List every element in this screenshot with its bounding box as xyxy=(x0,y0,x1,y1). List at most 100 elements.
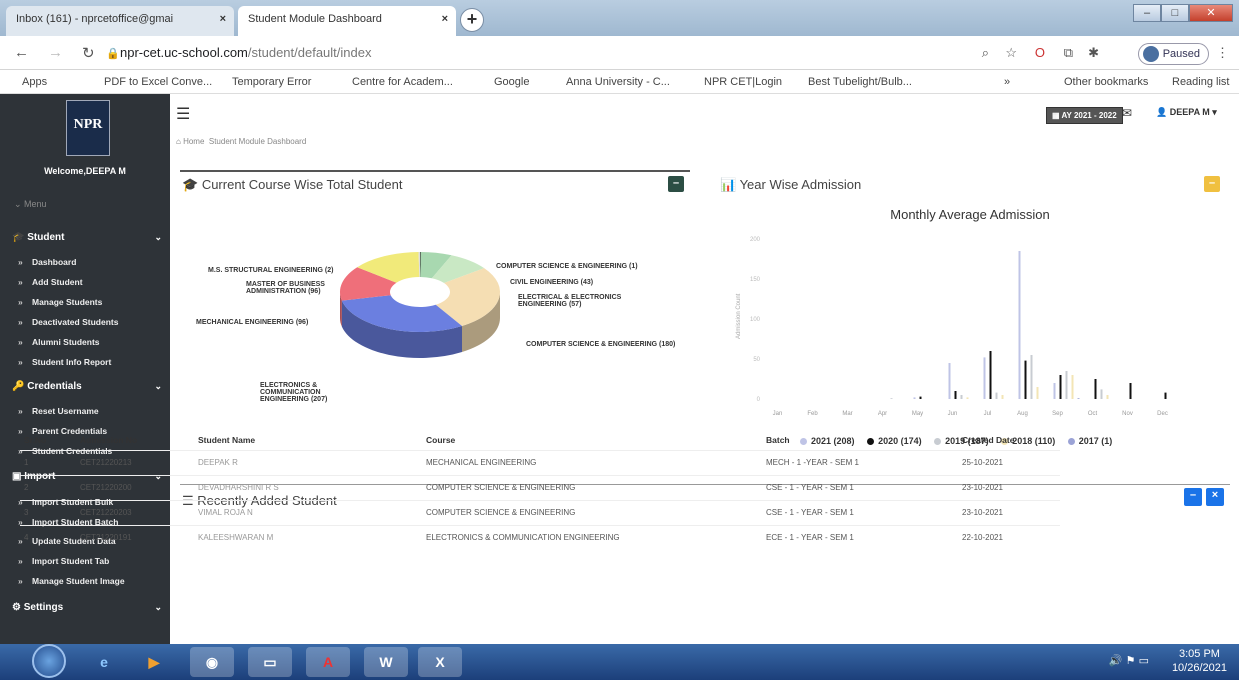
new-tab-button[interactable]: + xyxy=(460,8,484,32)
chart-bar[interactable] xyxy=(954,391,957,399)
chart-bar[interactable] xyxy=(1036,387,1039,399)
chart-bar[interactable] xyxy=(1094,379,1097,399)
chart-bar[interactable] xyxy=(995,392,998,399)
bookmark-best-tubelight[interactable]: Best Tubelight/Bulb... xyxy=(808,76,912,88)
legend-item-2017[interactable]: 2017 (1) xyxy=(1067,436,1112,446)
bookmark-google[interactable]: Google xyxy=(494,76,529,88)
chart-bar[interactable] xyxy=(1100,389,1103,399)
welcome-text: Welcome,DEEPA M xyxy=(44,166,126,176)
sidebar-item-manage-student-image[interactable]: Manage Student Image xyxy=(18,576,125,586)
opera-icon[interactable]: O xyxy=(1035,45,1045,60)
pdf-icon[interactable]: A xyxy=(306,647,350,677)
sidebar-item-manage-students[interactable]: Manage Students xyxy=(18,297,102,307)
table-cell: CSE - 1 - YEAR - SEM 1 xyxy=(762,474,958,500)
chart-bar[interactable] xyxy=(890,398,893,399)
collapse-button[interactable]: – xyxy=(1204,176,1220,192)
sidebar-item-dashboard[interactable]: Dashboard xyxy=(18,257,77,267)
chart-bar[interactable] xyxy=(1030,355,1033,399)
table-row[interactable]: 1 CET21220213 DEEPAK R MECHANICAL ENGINEERI… xyxy=(20,449,1060,475)
bookmarks-overflow[interactable]: » xyxy=(1004,76,1010,88)
table-row[interactable]: 4 CET21220191 KALEESHWARAN M ELECTRONICS & … xyxy=(20,524,1060,550)
minimize-button[interactable]: – xyxy=(1133,4,1161,22)
sidebar-section-student[interactable]: 🎓 Student ⌄ xyxy=(12,232,162,243)
clock[interactable]: 3:05 PM 10/26/2021 xyxy=(1172,647,1227,675)
chart-bar[interactable] xyxy=(1065,371,1068,399)
chart-bar[interactable] xyxy=(1018,251,1021,399)
url-field[interactable]: npr-cet.uc-school.com/student/default/in… xyxy=(120,45,371,60)
explorer-icon[interactable]: ▭ xyxy=(248,647,292,677)
volume-icon[interactable]: 🔊 xyxy=(1109,655,1123,667)
collapse-button[interactable]: – xyxy=(1184,488,1202,506)
sidebar-item-reset-username[interactable]: Reset Username xyxy=(18,406,99,416)
tab-inbox[interactable]: Inbox (161) - nprcetoffice@gmai × xyxy=(6,6,234,36)
sidebar-section-settings[interactable]: ⚙ Settings ⌄ xyxy=(12,602,162,613)
bookmark-reading-list[interactable]: Reading list xyxy=(1172,76,1229,88)
table-cell: 3 xyxy=(20,499,76,525)
chart-bar[interactable] xyxy=(913,397,916,399)
bookmarks-bar: Apps PDF to Excel Conve... Temporary Err… xyxy=(0,70,1239,94)
bookmark-other-bookmarks[interactable]: Other bookmarks xyxy=(1064,76,1148,88)
sidebar-item-alumni-students[interactable]: Alumni Students xyxy=(18,337,99,347)
search-icon[interactable]: ⌕ xyxy=(982,45,989,61)
sidebar-item-import-student-tab[interactable]: Import Student Tab xyxy=(18,556,109,566)
chart-bar[interactable] xyxy=(948,363,951,399)
sidebar-item-student-info-report[interactable]: Student Info Report xyxy=(18,357,111,367)
table-row[interactable]: 3 CET21220203 VIMAL ROJA N COMPUTER SCIENCE… xyxy=(20,499,1060,525)
chart-bar[interactable] xyxy=(1059,375,1062,399)
ie-icon[interactable]: e xyxy=(82,647,126,677)
word-icon[interactable]: W xyxy=(364,647,408,677)
reload-icon[interactable]: ↻ xyxy=(82,44,95,62)
sidebar-section-credentials[interactable]: 🔑 Credentials ⌄ xyxy=(12,381,162,392)
more-menu-icon[interactable]: ⋮ xyxy=(1216,45,1229,61)
chart-bar[interactable] xyxy=(1001,395,1004,399)
gear-icon: ⚙ xyxy=(12,602,21,613)
chart-bar[interactable] xyxy=(989,351,992,399)
tab-dashboard[interactable]: Student Module Dashboard × xyxy=(238,6,456,36)
flag-icon[interactable]: ⚑ xyxy=(1126,655,1136,667)
profile-paused-button[interactable]: Paused xyxy=(1137,43,1209,65)
puzzle-icon[interactable]: ✱ xyxy=(1088,45,1099,61)
table-cell: MECHANICAL ENGINEERING xyxy=(422,449,762,475)
chart-bar[interactable] xyxy=(1077,398,1080,399)
sidebar-item-add-student[interactable]: Add Student xyxy=(18,277,82,287)
back-icon[interactable]: ← xyxy=(14,44,29,61)
chart-bar[interactable] xyxy=(983,357,986,399)
chart-bar[interactable] xyxy=(919,396,922,399)
chart-bar[interactable] xyxy=(1106,395,1109,399)
column-header: Course xyxy=(426,434,456,445)
bookmark-pdf-to-excel[interactable]: PDF to Excel Conve... xyxy=(104,76,212,88)
close-panel-button[interactable]: × xyxy=(1206,488,1224,506)
academic-year-badge[interactable]: ▦ AY 2021 - 2022 xyxy=(1046,107,1123,124)
chart-bar[interactable] xyxy=(1129,383,1132,399)
user-menu[interactable]: 👤 DEEPA M ▾ xyxy=(1156,107,1217,118)
chart-bar[interactable] xyxy=(1071,375,1074,399)
bookmark-centre-for-academ[interactable]: Centre for Academ... xyxy=(352,76,453,88)
sidebar-item-deactivated-students[interactable]: Deactivated Students xyxy=(18,317,119,327)
chart-bar[interactable] xyxy=(1053,383,1056,399)
bookmark-temporary-error[interactable]: Temporary Error xyxy=(232,76,311,88)
table-row[interactable]: 2 CET21220200 DEVADHARSHINI R S COMPUTER SC… xyxy=(20,474,1060,500)
maximize-button[interactable]: □ xyxy=(1161,4,1189,22)
chart-bar[interactable] xyxy=(1024,360,1027,399)
excel-icon[interactable]: X xyxy=(418,647,462,677)
close-tab-icon[interactable]: × xyxy=(220,13,226,25)
network-icon[interactable]: ▭ xyxy=(1139,655,1149,667)
chrome-icon[interactable]: ◉ xyxy=(190,647,234,677)
chart-bar[interactable] xyxy=(960,395,963,399)
media-player-icon[interactable]: ▶ xyxy=(132,647,176,677)
x-tick-label: Dec xyxy=(1157,411,1168,417)
extension-icon[interactable]: ⧉ xyxy=(1064,45,1073,61)
chart-bar[interactable] xyxy=(966,397,969,399)
windows-start-button[interactable] xyxy=(32,644,66,678)
bookmark-apps[interactable]: Apps xyxy=(22,76,47,88)
menu-toggle[interactable]: ⌄ Menu xyxy=(14,199,47,210)
notification-icon[interactable]: ✉ xyxy=(1122,106,1132,120)
star-icon[interactable]: ☆ xyxy=(1005,45,1017,61)
bookmark-anna-university[interactable]: Anna University - C... xyxy=(566,76,670,88)
table-cell: ECE - 1 - YEAR - SEM 1 xyxy=(762,524,958,550)
bookmark-npr-cet-login[interactable]: NPR CET|Login xyxy=(704,76,782,88)
close-window-button[interactable]: ✕ xyxy=(1189,4,1233,22)
close-tab-icon[interactable]: × xyxy=(442,13,448,25)
forward-icon[interactable]: → xyxy=(48,44,63,61)
chart-bar[interactable] xyxy=(1164,392,1167,399)
